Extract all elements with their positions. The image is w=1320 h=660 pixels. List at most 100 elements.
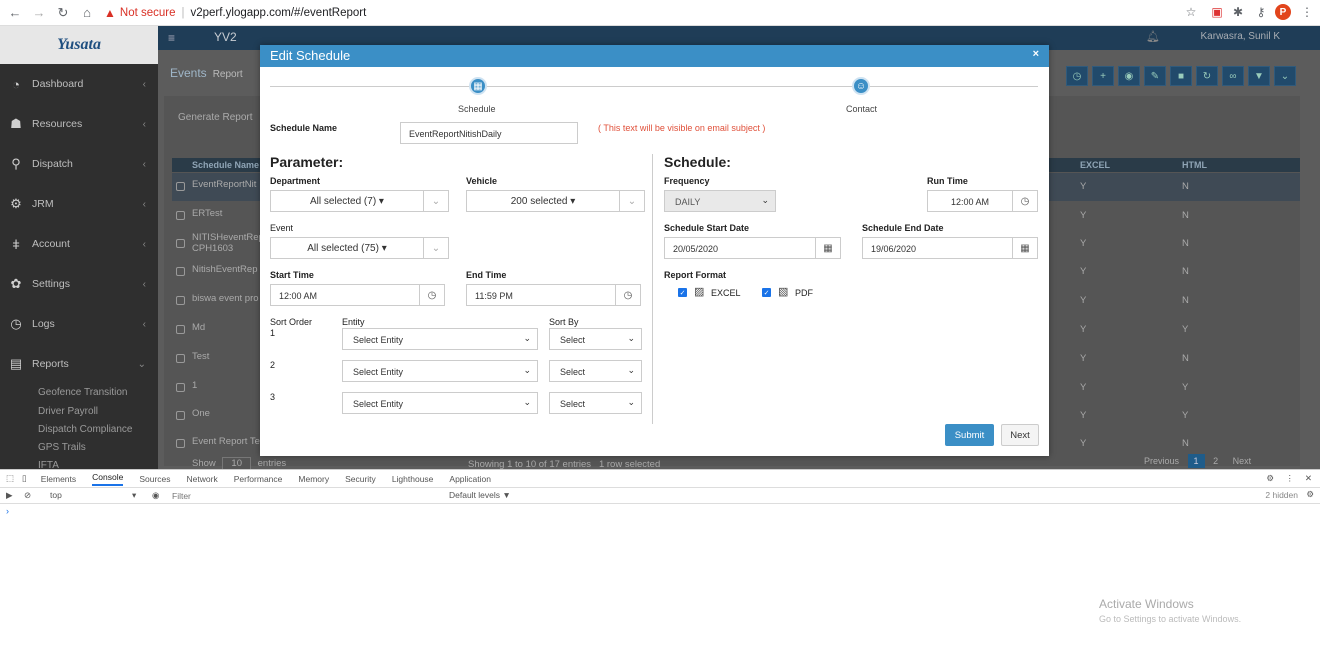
sidebar-subitem[interactable]: IFTA bbox=[38, 460, 59, 469]
sidebar-subitem[interactable]: GPS Trails bbox=[38, 442, 86, 453]
console-filter-input[interactable] bbox=[172, 489, 442, 502]
filter-button[interactable]: ▼ bbox=[1248, 66, 1270, 86]
tab-security[interactable]: Security bbox=[345, 474, 376, 484]
view-button[interactable]: ◉ bbox=[1118, 66, 1140, 86]
department-multiselect[interactable]: All selected (7) ▾ bbox=[270, 190, 424, 212]
hamburger-icon[interactable]: ≡ bbox=[168, 31, 175, 45]
chevron-down-icon[interactable]: ⌄ bbox=[423, 190, 449, 212]
reload-icon[interactable]: ↻ bbox=[54, 4, 72, 22]
sidebar-item-dashboard[interactable]: ◔ Dashboard ‹ bbox=[0, 66, 158, 102]
entity-select-2[interactable]: Select Entity ⌄ bbox=[342, 360, 538, 382]
end-time-input[interactable]: 11:59 PM bbox=[466, 284, 616, 306]
profile-avatar[interactable]: P bbox=[1275, 4, 1291, 20]
run-time-input[interactable]: 12:00 AM bbox=[927, 190, 1013, 212]
close-icon[interactable]: × bbox=[1033, 48, 1039, 60]
gear-icon[interactable]: ⚙ bbox=[1266, 473, 1274, 484]
add-button[interactable]: + bbox=[1092, 66, 1114, 86]
entity-select-1[interactable]: Select Entity ⌄ bbox=[342, 328, 538, 350]
star-icon[interactable]: ☆ bbox=[1183, 4, 1199, 20]
sidebar-item-reports[interactable]: ▤ Reports ⌄ bbox=[0, 346, 158, 382]
sidebar: Yusata ◔ Dashboard ‹ ☗ Resources ‹ ⚲ Dispatch… bbox=[0, 26, 158, 469]
sidebar-item-account[interactable]: ǂ Account ‹ bbox=[0, 226, 158, 262]
refresh-button[interactable]: ↻ bbox=[1196, 66, 1218, 86]
entity-select-3[interactable]: Select Entity ⌄ bbox=[342, 392, 538, 414]
chevron-down-icon[interactable]: ⌄ bbox=[619, 190, 645, 212]
tab-performance[interactable]: Performance bbox=[234, 474, 283, 484]
puzzle-icon[interactable]: ✱ bbox=[1230, 4, 1246, 20]
sort-by-select-2[interactable]: Select ⌄ bbox=[549, 360, 642, 382]
extension-icon[interactable]: ▣ bbox=[1209, 4, 1225, 20]
gear-icon[interactable]: ⚙ bbox=[1306, 489, 1314, 500]
sidebar-item-jrm[interactable]: ⚙ JRM ‹ bbox=[0, 186, 158, 222]
console-prompt[interactable]: › bbox=[6, 506, 9, 516]
link-button[interactable]: ∞ bbox=[1222, 66, 1244, 86]
bell-icon[interactable]: 🔔︎ bbox=[1146, 30, 1160, 43]
end-time-label: End Time bbox=[466, 270, 507, 280]
frequency-select[interactable]: DAILY ⌄ bbox=[664, 190, 776, 212]
page-size-select[interactable]: 10 bbox=[222, 457, 251, 469]
pdf-checkbox[interactable]: ✓ bbox=[762, 288, 771, 297]
more-icon[interactable]: ⋮ bbox=[1286, 473, 1295, 484]
eye-icon[interactable]: ◉ bbox=[152, 490, 159, 501]
clock-icon[interactable]: ◷ bbox=[1012, 190, 1038, 212]
address-bar[interactable]: ▲ Not secure | v2perf.ylogapp.com/#/even… bbox=[104, 6, 366, 20]
clock-icon[interactable]: ◷ bbox=[419, 284, 445, 306]
timer-button[interactable]: ◷ bbox=[1066, 66, 1088, 86]
clock-icon[interactable]: ◷ bbox=[615, 284, 641, 306]
back-icon[interactable]: ← bbox=[6, 4, 24, 22]
page-1-button[interactable]: 1 bbox=[1187, 454, 1205, 468]
chevron-down-icon[interactable]: ▾ bbox=[132, 490, 136, 501]
sidebar-subitem[interactable]: Geofence Transition bbox=[38, 387, 128, 398]
sidebar-subitem[interactable]: Driver Payroll bbox=[38, 406, 98, 417]
devtools-panel: ⬚ ▯ Elements Console Sources Network Per… bbox=[0, 469, 1320, 660]
forward-icon[interactable]: → bbox=[30, 4, 48, 22]
excel-checkbox[interactable]: ✓ bbox=[678, 288, 687, 297]
frequency-label: Frequency bbox=[664, 176, 710, 186]
tab-generate-report[interactable]: Generate Report bbox=[178, 112, 253, 123]
sidebar-subitem[interactable]: Dispatch Compliance bbox=[38, 424, 133, 435]
tab-lighthouse[interactable]: Lighthouse bbox=[392, 474, 434, 484]
sort-by-select-3[interactable]: Select ⌄ bbox=[549, 392, 642, 414]
clear-console-icon[interactable]: ⊘ bbox=[24, 490, 31, 501]
chevron-down-icon[interactable]: ⌄ bbox=[423, 237, 449, 259]
next-button[interactable]: Next bbox=[1001, 424, 1039, 446]
submit-button[interactable]: Submit bbox=[945, 424, 994, 446]
tab-network[interactable]: Network bbox=[187, 474, 218, 484]
user-name[interactable]: Karwasra, Sunil K bbox=[1201, 31, 1280, 42]
sidebar-item-dispatch[interactable]: ⚲ Dispatch ‹ bbox=[0, 146, 158, 182]
inspect-icon[interactable]: ⬚ bbox=[6, 473, 14, 484]
contact-icon[interactable]: ☺ bbox=[852, 77, 870, 95]
calendar-icon[interactable]: ▦ bbox=[815, 237, 841, 259]
calendar-icon[interactable]: ▦ bbox=[1012, 237, 1038, 259]
next-page-button[interactable]: Next bbox=[1227, 454, 1258, 468]
end-date-input[interactable]: 19/06/2020 bbox=[862, 237, 1013, 259]
sidebar-item-resources[interactable]: ☗ Resources ‹ bbox=[0, 106, 158, 142]
sidebar-item-settings[interactable]: ✿ Settings ‹ bbox=[0, 266, 158, 302]
tab-elements[interactable]: Elements bbox=[41, 474, 76, 484]
tab-sources[interactable]: Sources bbox=[139, 474, 170, 484]
sidebar-item-logs[interactable]: ◷ Logs ‹ bbox=[0, 306, 158, 342]
start-time-input[interactable]: 12:00 AM bbox=[270, 284, 420, 306]
more-icon[interactable]: ⋮ bbox=[1299, 4, 1315, 20]
vehicle-multiselect[interactable]: 200 selected ▾ bbox=[466, 190, 620, 212]
close-icon[interactable]: ✕ bbox=[1305, 473, 1312, 484]
tab-console[interactable]: Console bbox=[92, 472, 124, 486]
sort-by-select-1[interactable]: Select ⌄ bbox=[549, 328, 642, 350]
sidebar-toggle-icon[interactable]: ▶ bbox=[6, 490, 13, 501]
key-icon[interactable]: ⚷ bbox=[1253, 4, 1269, 20]
collapse-button[interactable]: ⌄ bbox=[1274, 66, 1296, 86]
context-select[interactable]: top bbox=[50, 490, 62, 500]
log-levels-select[interactable]: Default levels ▼ bbox=[449, 490, 511, 500]
tab-memory[interactable]: Memory bbox=[298, 474, 329, 484]
prev-page-button[interactable]: Previous bbox=[1138, 454, 1185, 468]
page-2-button[interactable]: 2 bbox=[1207, 454, 1224, 468]
device-icon[interactable]: ▯ bbox=[22, 473, 27, 484]
calendar-icon[interactable]: ▦ bbox=[469, 77, 487, 95]
stop-button[interactable]: ■ bbox=[1170, 66, 1192, 86]
home-icon[interactable]: ⌂ bbox=[78, 4, 96, 22]
event-multiselect[interactable]: All selected (75) ▾ bbox=[270, 237, 424, 259]
start-date-input[interactable]: 20/05/2020 bbox=[664, 237, 816, 259]
tab-application[interactable]: Application bbox=[449, 474, 491, 484]
schedule-name-input[interactable]: EventReportNitishDaily bbox=[400, 122, 578, 144]
edit-button[interactable]: ✎ bbox=[1144, 66, 1166, 86]
